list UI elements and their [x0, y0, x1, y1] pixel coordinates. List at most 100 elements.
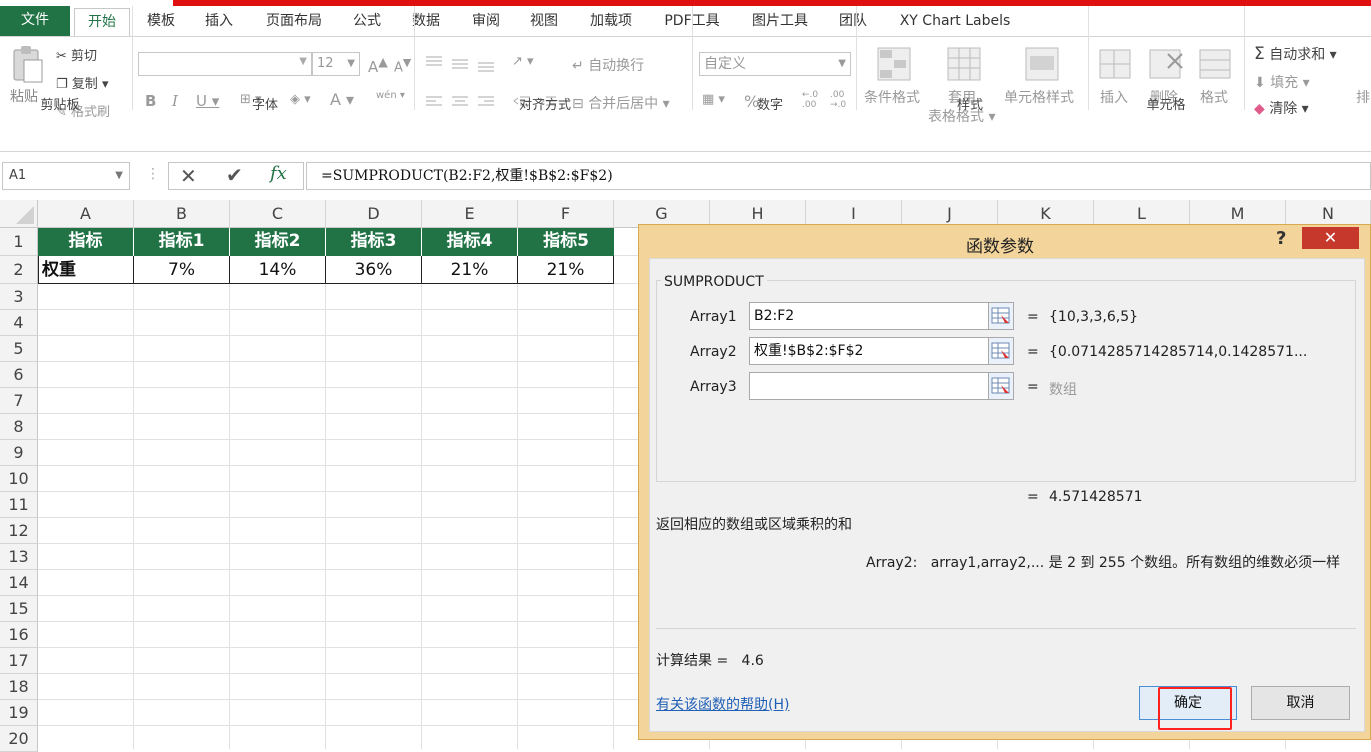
cell-e2[interactable]: 21%	[422, 256, 518, 284]
array1-input[interactable]: B2:F2	[749, 302, 989, 330]
clear-button[interactable]: ◆ 清除 ▾	[1254, 98, 1309, 118]
cell-b2[interactable]: 7%	[134, 256, 230, 284]
row-header-7[interactable]: 7	[0, 388, 38, 414]
tab-template[interactable]: 模板	[140, 8, 182, 36]
tab-view[interactable]: 视图	[523, 8, 565, 36]
dialog-close-button[interactable]: ✕	[1302, 227, 1359, 249]
align-top-icon[interactable]	[424, 54, 444, 74]
phonetic-button[interactable]: wén ▾	[376, 90, 405, 101]
tab-addins[interactable]: 加载项	[582, 8, 640, 36]
name-box[interactable]: A1 ▼	[2, 162, 130, 190]
format-cells-icon[interactable]	[1198, 46, 1232, 86]
sort-filter-button[interactable]: 排	[1356, 87, 1370, 107]
font-color-button[interactable]: A ▾	[330, 90, 354, 109]
column-header-d[interactable]: D	[326, 200, 422, 228]
row-header-12[interactable]: 12	[0, 518, 38, 544]
tab-team[interactable]: 团队	[832, 8, 874, 36]
fill-button[interactable]: ⬇ 填充 ▾	[1254, 72, 1310, 92]
tab-home[interactable]: 开始	[74, 8, 130, 36]
increase-decimal-icon[interactable]: ←.0.00	[802, 90, 818, 110]
tab-insert[interactable]: 插入	[198, 8, 240, 36]
array2-input[interactable]: 权重!$B$2:$F$2	[749, 337, 989, 365]
underline-button[interactable]: U ▾	[196, 92, 219, 110]
italic-button[interactable]: I	[172, 92, 178, 110]
header-cell-a1[interactable]: 指标	[38, 228, 134, 256]
paste-icon[interactable]	[10, 44, 44, 84]
header-cell-e1[interactable]: 指标4	[422, 228, 518, 256]
row-header-10[interactable]: 10	[0, 466, 38, 492]
font-size-select[interactable]: 12 ▼	[312, 52, 360, 76]
row-header-18[interactable]: 18	[0, 674, 38, 700]
cell-d2[interactable]: 36%	[326, 256, 422, 284]
row-header-16[interactable]: 16	[0, 622, 38, 648]
align-bottom-icon[interactable]	[476, 58, 496, 78]
header-cell-c1[interactable]: 指标2	[230, 228, 326, 256]
row-header-14[interactable]: 14	[0, 570, 38, 596]
dialog-help-icon[interactable]: ?	[1276, 228, 1286, 249]
array1-range-picker-icon[interactable]	[988, 302, 1014, 330]
format-as-table-icon[interactable]	[946, 46, 982, 86]
cell-c2[interactable]: 14%	[230, 256, 326, 284]
orientation-button[interactable]: ↗ ▾	[512, 54, 534, 69]
row-header-9[interactable]: 9	[0, 440, 38, 466]
tab-xy-chart-labels[interactable]: XY Chart Labels	[892, 8, 1018, 36]
conditional-format-icon[interactable]	[876, 46, 912, 86]
function-help-link[interactable]: 有关该函数的帮助(H)	[656, 694, 789, 714]
header-cell-d1[interactable]: 指标3	[326, 228, 422, 256]
tab-file[interactable]: 文件	[0, 6, 70, 36]
row-header-15[interactable]: 15	[0, 596, 38, 622]
cell-styles-button[interactable]: 单元格样式	[1004, 87, 1074, 107]
tab-picture-tools[interactable]: 图片工具	[744, 8, 816, 36]
array2-range-picker-icon[interactable]	[988, 337, 1014, 365]
select-all-corner[interactable]	[0, 200, 38, 228]
row-header-17[interactable]: 17	[0, 648, 38, 674]
cancel-formula-icon[interactable]: ✕	[180, 164, 197, 188]
column-header-b[interactable]: B	[134, 200, 230, 228]
row-header-13[interactable]: 13	[0, 544, 38, 570]
autosum-button[interactable]: Σ 自动求和 ▾	[1254, 44, 1337, 64]
tab-formulas[interactable]: 公式	[346, 8, 388, 36]
align-middle-icon[interactable]	[450, 56, 470, 76]
formula-input[interactable]: =SUMPRODUCT(B2:F2,权重!$B$2:$F$2)	[306, 162, 1371, 190]
column-header-f[interactable]: F	[518, 200, 614, 228]
align-center-icon[interactable]	[450, 94, 470, 114]
row-header-4[interactable]: 4	[0, 310, 38, 336]
tab-page-layout[interactable]: 页面布局	[258, 8, 330, 36]
column-header-c[interactable]: C	[230, 200, 326, 228]
tab-review[interactable]: 审阅	[465, 8, 507, 36]
number-format-select[interactable]: 自定义 ▼	[699, 52, 851, 76]
header-cell-b1[interactable]: 指标1	[134, 228, 230, 256]
tab-data[interactable]: 数据	[405, 8, 447, 36]
row-header-11[interactable]: 11	[0, 492, 38, 518]
row-header-6[interactable]: 6	[0, 362, 38, 388]
header-cell-f1[interactable]: 指标5	[518, 228, 614, 256]
wrap-text-button[interactable]: ↵ 自动换行	[572, 55, 644, 75]
delete-cells-icon[interactable]	[1148, 46, 1184, 86]
accounting-button[interactable]: ▦ ▾	[702, 92, 725, 107]
cancel-button[interactable]: 取消	[1251, 686, 1350, 720]
cell-f2[interactable]: 21%	[518, 256, 614, 284]
insert-cells-button[interactable]: 插入	[1100, 87, 1128, 107]
row-header-8[interactable]: 8	[0, 414, 38, 440]
array3-range-picker-icon[interactable]	[988, 372, 1014, 400]
cell-styles-icon[interactable]	[1024, 46, 1060, 86]
row-header-5[interactable]: 5	[0, 336, 38, 362]
insert-cells-icon[interactable]	[1098, 46, 1132, 86]
cut-button[interactable]: ✂ 剪切	[56, 45, 97, 64]
align-left-icon[interactable]	[424, 94, 444, 114]
align-right-icon[interactable]	[476, 94, 496, 114]
cell-a2[interactable]: 权重	[38, 256, 134, 284]
insert-function-button[interactable]: fx	[270, 163, 287, 184]
array3-input[interactable]	[749, 372, 989, 400]
bold-button[interactable]: B	[145, 92, 156, 110]
copy-button[interactable]: ❐ 复制 ▾	[56, 73, 108, 92]
row-header-1[interactable]: 1	[0, 228, 38, 256]
row-header-3[interactable]: 3	[0, 284, 38, 310]
format-cells-button[interactable]: 格式	[1200, 87, 1228, 107]
conditional-format-button[interactable]: 条件格式	[864, 87, 920, 107]
row-header-20[interactable]: 20	[0, 726, 38, 752]
grow-font-button[interactable]: A▲	[368, 54, 388, 76]
column-header-a[interactable]: A	[38, 200, 134, 228]
font-family-select[interactable]: ▼	[138, 52, 312, 76]
row-header-19[interactable]: 19	[0, 700, 38, 726]
